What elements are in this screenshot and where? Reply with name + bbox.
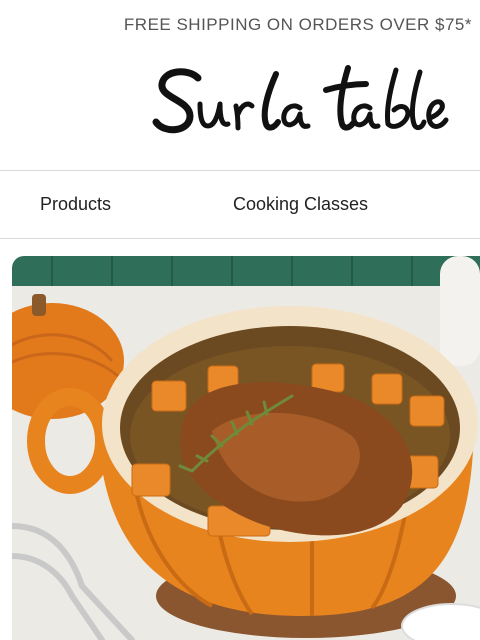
nav-products[interactable]: Products [40, 171, 111, 238]
nav-cooking-classes[interactable]: Cooking Classes [233, 171, 368, 238]
nav-products-label: Products [40, 194, 112, 214]
main-nav: Products Cooking Classes [0, 170, 480, 239]
hero-image[interactable] [12, 256, 480, 640]
brand-logo[interactable] [150, 62, 450, 142]
promo-banner[interactable]: FREE SHIPPING ON ORDERS OVER $75* [0, 0, 480, 50]
nav-cooking-classes-label: Cooking Classes [233, 194, 369, 214]
sur-la-table-logo-mark [152, 65, 449, 134]
pumpkin-dutch-oven-image [12, 256, 480, 640]
promo-text: FREE SHIPPING ON ORDERS OVER $75* [123, 15, 472, 34]
